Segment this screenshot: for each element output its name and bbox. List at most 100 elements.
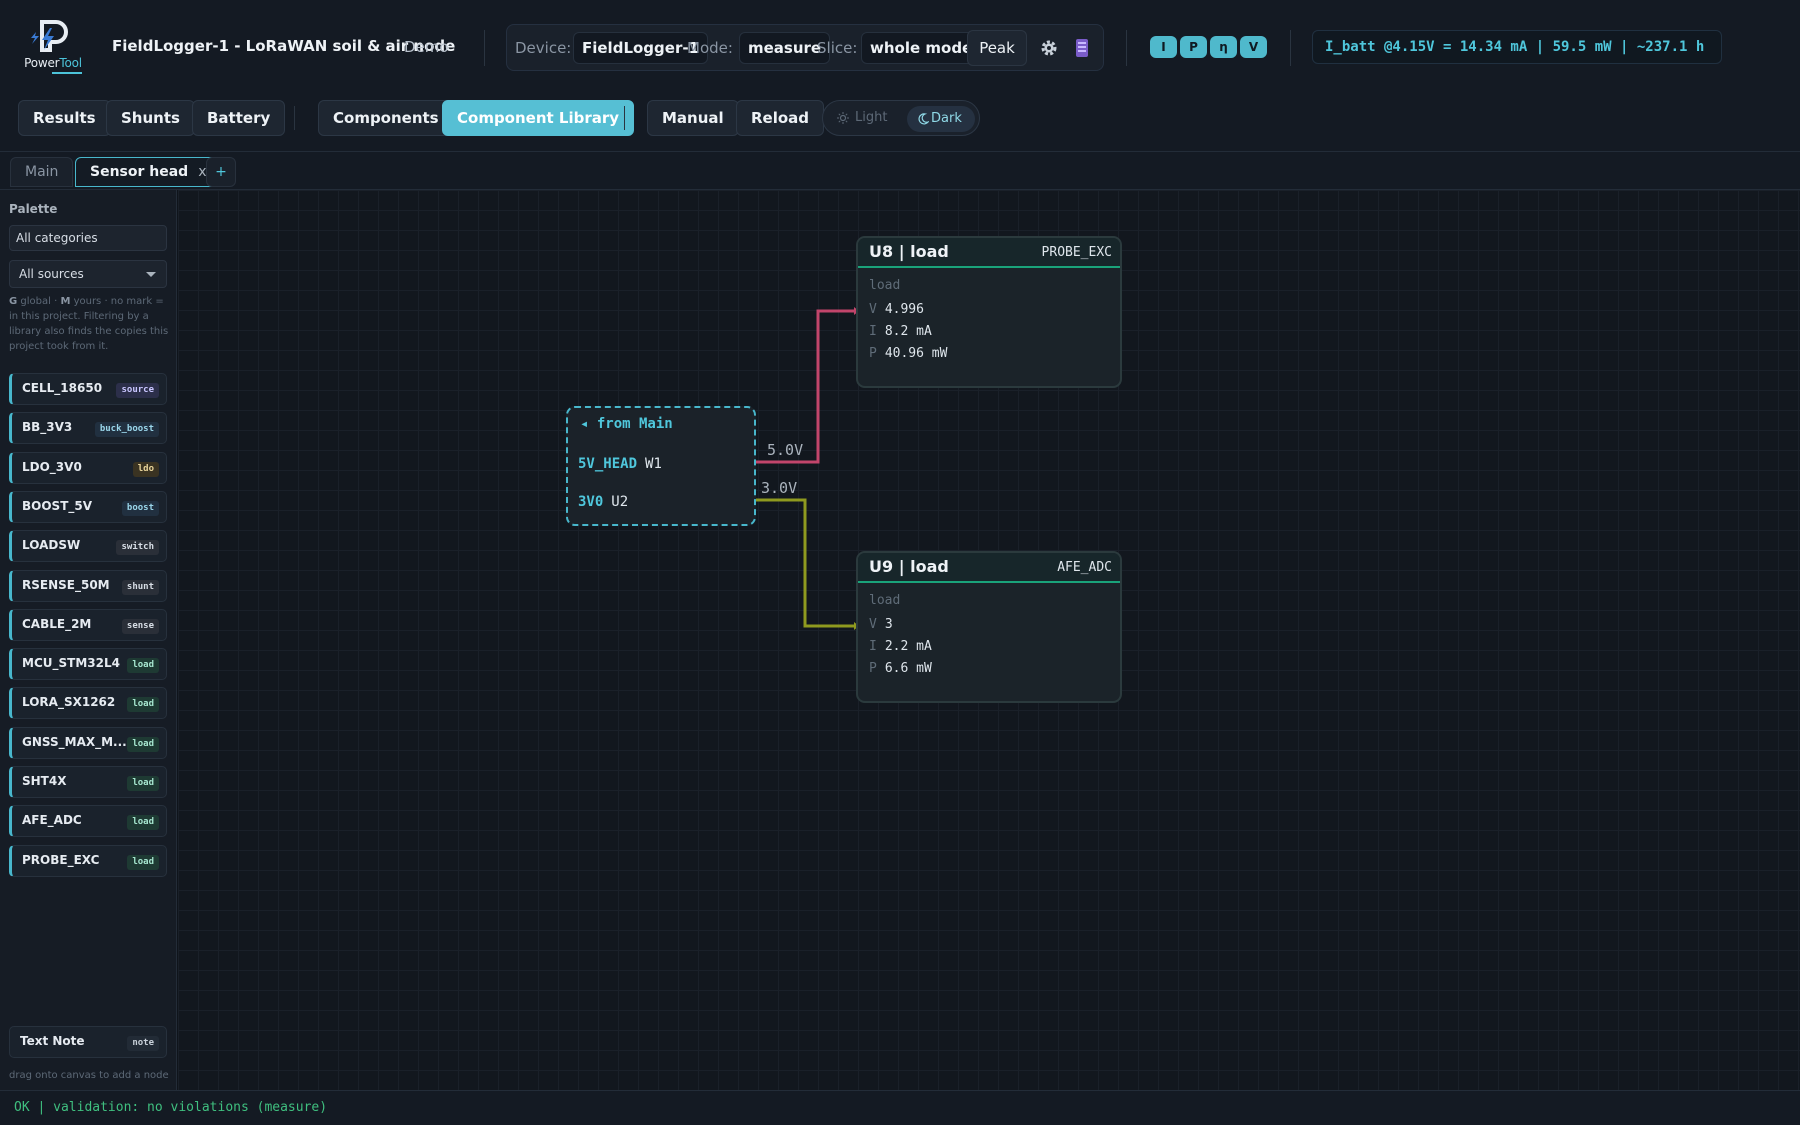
node-power-row: P 6.6 mW <box>869 661 932 676</box>
shunts-button[interactable]: Shunts <box>106 100 195 136</box>
wire-5v-head[interactable] <box>756 309 858 464</box>
palette-item-name: SHT4X <box>22 774 67 788</box>
palette-item-badge: shunt <box>121 579 159 595</box>
palette-item-name: Text Note <box>20 1034 85 1048</box>
palette-item-probe-exc[interactable]: PROBE_EXC load <box>9 844 167 877</box>
category-filter-input[interactable] <box>9 225 167 251</box>
palette-item-boost-5v[interactable]: BOOST_5V boost <box>9 490 167 523</box>
metric-toggle-power[interactable]: P <box>1180 36 1207 58</box>
palette-item-lora-sx1262[interactable]: LORA_SX1262 load <box>9 687 167 720</box>
nav-divider <box>294 106 295 130</box>
reload-button[interactable]: Reload <box>736 100 825 136</box>
theme-dark-option[interactable]: Dark <box>907 106 975 132</box>
palette-item-text-note[interactable]: Text Note note <box>9 1026 167 1058</box>
palette-item-badge: sense <box>121 618 159 634</box>
port-ref: U2 <box>611 494 629 510</box>
node-voltage-row: V 4.996 <box>869 302 924 317</box>
node-part-tag: AFE_ADC <box>1057 560 1112 575</box>
component-library-button[interactable]: Component Library <box>442 100 635 136</box>
palette-item-badge: note <box>127 1036 159 1051</box>
peak-button[interactable]: Peak <box>967 30 1027 66</box>
header-divider <box>1126 30 1127 66</box>
device-icon[interactable] <box>1075 38 1089 58</box>
demo-label: Demo <box>404 38 449 56</box>
palette-item-badge: load <box>127 854 159 870</box>
port-ref: W1 <box>645 456 662 472</box>
palette-item-name: BOOST_5V <box>22 498 93 513</box>
palette-item-name: AFE_ADC <box>22 813 82 828</box>
palette-item-rsense-50m[interactable]: RSENSE_50M shunt <box>9 569 167 602</box>
header-divider <box>484 30 485 66</box>
palette-item-name: LORA_SX1262 <box>22 695 116 710</box>
palette-item-badge: buck_boost <box>94 422 159 438</box>
wire-3v0[interactable] <box>756 498 858 628</box>
palette-item-bb-3v3[interactable]: BB_3V3 buck_boost <box>9 412 167 445</box>
components-button[interactable]: Components <box>318 100 454 136</box>
tab-main[interactable]: Main <box>10 157 74 187</box>
add-tab-button[interactable]: + <box>206 157 236 187</box>
palette-item-sht4x[interactable]: SHT4X load <box>9 766 167 798</box>
schematic-canvas[interactable]: ◂ from Main 5V_HEAD W1 3V0 U2 5.0V 3.0V U8… <box>178 190 1800 1090</box>
results-button[interactable]: Results <box>18 100 111 136</box>
palette-item-name: GNSS_MAX_M... <box>22 734 127 749</box>
node-title: U9 | load <box>869 557 949 576</box>
global-mark: G <box>9 296 18 307</box>
logo-wordmark: PowerTool <box>24 56 82 70</box>
theme-light-label: Light <box>855 110 888 125</box>
palette-title: Palette <box>9 202 58 216</box>
palette-item-afe-adc[interactable]: AFE_ADC load <box>9 805 167 838</box>
palette-item-gnss-max-m[interactable]: GNSS_MAX_M... load <box>9 726 167 759</box>
port-3v0[interactable]: 3V0 U2 <box>578 494 628 510</box>
palette-item-name: BB_3V3 <box>22 420 73 435</box>
metric-toggle-current[interactable]: I <box>1150 36 1177 58</box>
device-label: Device: <box>515 39 572 57</box>
battery-button[interactable]: Battery <box>192 100 286 136</box>
nav-divider <box>624 106 625 130</box>
palette-item-loadsw[interactable]: LOADSW switch <box>9 530 167 563</box>
node-current-row: I 2.2 mA <box>869 639 932 654</box>
palette-item-badge: load <box>127 697 159 713</box>
theme-dark-label: Dark <box>931 111 962 126</box>
palette-item-cell-18650[interactable]: CELL_18650 source <box>9 373 167 405</box>
manual-button[interactable]: Manual <box>647 100 739 136</box>
slice-select[interactable]: whole mode <box>861 32 982 64</box>
slice-label: Slice: <box>817 39 858 57</box>
gear-icon[interactable] <box>1039 38 1059 58</box>
source-filter-select[interactable]: All sources <box>9 260 167 288</box>
palette-item-ldo-3v0[interactable]: LDO_3V0 ldo <box>9 451 167 484</box>
node-u8-probe-exc[interactable]: U8 | load PROBE_EXC load V 4.996 I 8.2 mA … <box>856 236 1122 388</box>
palette-item-name: CABLE_2M <box>22 616 92 631</box>
port-net-name: 3V0 <box>578 494 604 510</box>
wire-5v-voltage-label: 5.0V <box>767 441 804 459</box>
port-net-name: 5V_HEAD <box>578 456 638 472</box>
theme-toggle[interactable]: Light Dark <box>822 100 980 136</box>
palette-item-name: CELL_18650 <box>22 381 103 395</box>
palette-item-badge: load <box>127 736 159 752</box>
from-main-port-node[interactable]: ◂ from Main 5V_HEAD W1 3V0 U2 <box>566 406 756 526</box>
battery-readout: I_batt @4.15V = 14.34 mA | 59.5 mW | ~23… <box>1312 30 1722 64</box>
device-bar: Device: FieldLogger-1 Mode: measure Slic… <box>506 24 1104 71</box>
palette-sidebar: Palette All sources G global · M yours ·… <box>0 190 177 1090</box>
node-current-row: I 8.2 mA <box>869 324 932 339</box>
tab-sensor-head[interactable]: Sensor head x <box>75 157 222 187</box>
palette-item-badge: load <box>127 658 159 674</box>
theme-light-option[interactable]: Light <box>837 110 887 125</box>
metric-toggle-voltage[interactable]: V <box>1240 36 1267 58</box>
palette-item-mcu-stm32l4[interactable]: MCU_STM32L4 load <box>9 648 167 681</box>
moon-icon <box>918 113 929 125</box>
palette-item-name: LOADSW <box>22 538 81 553</box>
metric-toggle-efficiency[interactable]: η <box>1210 36 1237 58</box>
source-filter-value: All sources <box>19 267 84 281</box>
tab-sensor-head-label: Sensor head <box>90 164 189 180</box>
node-power-row: P 40.96 mW <box>869 346 948 361</box>
node-header: U9 | load AFE_ADC <box>858 553 1120 583</box>
palette-item-name: PROBE_EXC <box>22 852 100 867</box>
node-u9-afe-adc[interactable]: U9 | load AFE_ADC load V3 I 2.2 mA P 6.6 m… <box>856 551 1122 703</box>
port-5v-head[interactable]: 5V_HEAD W1 <box>578 456 662 472</box>
sheet-tabs: Main Sensor head x + <box>0 152 1800 190</box>
palette-item-cable-2m[interactable]: CABLE_2M sense <box>9 608 167 641</box>
tab-main-label: Main <box>25 164 59 180</box>
sun-icon <box>837 112 849 124</box>
palette-item-badge: load <box>127 815 159 831</box>
mine-mark: M <box>60 296 71 307</box>
